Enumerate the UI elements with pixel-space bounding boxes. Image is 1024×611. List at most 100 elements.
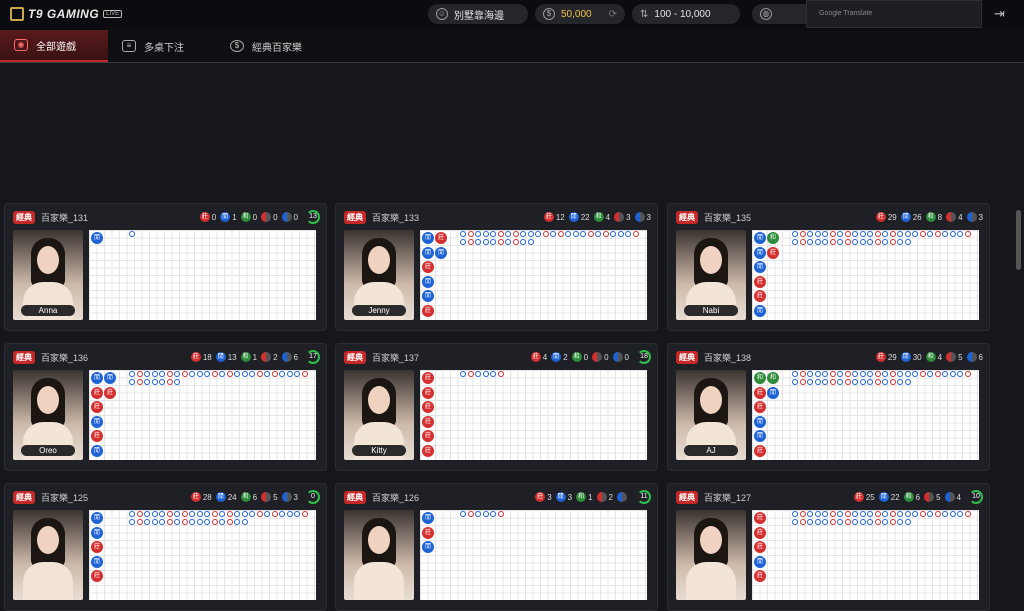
tie-icon: 和 [240,352,251,362]
road-mark [807,238,813,245]
road-mark [256,511,263,517]
table-name: 百家樂_125 [41,492,89,503]
table-card[interactable]: 經典 百家樂_131 莊0 閒1 和0 0 0 13 Anna 閒 [4,203,327,331]
road-mark [897,511,903,517]
road-mark [792,238,798,245]
player-count: 閒3 [555,492,572,502]
tie-count-value: 0 [583,352,589,362]
bead-result: 莊 [754,401,766,413]
gamepad-icon: ◉ [14,39,28,51]
countdown-timer: 18 [637,350,651,364]
road-mark [867,511,873,517]
table-card[interactable]: 經典 百家樂_136 莊 18 閒 13 和1 2 6 17 Oreo 閒莊莊閒莊閒… [4,343,327,471]
road-mark [792,518,798,525]
card-header: 經典 百家樂_137 莊4 閒2 和0 0 0 18 [344,350,651,364]
road-mark [151,378,158,385]
bet-range-pill[interactable]: ⇅ 100 - 10,000 [632,4,740,24]
tab-all-games[interactable]: ◉ 全部遊戲 [0,30,108,62]
dealer-photo: Anna [13,230,83,320]
user-pill[interactable]: ☺ 別墅靠海邊 [428,4,528,24]
card-header: 經典 百家樂_131 莊0 閒1 和0 0 0 13 [13,210,320,224]
road-mark [829,238,836,245]
bead-result: 莊 [422,526,434,539]
baccarat-icon: $ [230,40,244,52]
table-card[interactable]: 經典 百家樂_127 莊 25 閒 22 和6 5 4 10 莊莊莊閒莊 [667,483,990,611]
banker-count: 莊 25 [853,492,875,502]
road-mark [912,371,918,377]
banker-pair-count: 0 [261,212,278,222]
road-mark [234,371,240,377]
road-mark [286,511,293,517]
tab-classic-baccarat[interactable]: $ 經典百家樂 [230,30,302,62]
road-mark [151,511,158,517]
card-header: 經典 百家樂_125 莊 28 閒 24 和6 5 3 0 [13,490,320,504]
language-pill[interactable]: ◍ [752,4,808,24]
banker-icon: 莊 [875,212,886,222]
bead-result: 莊 [104,386,116,399]
road-mark [927,371,933,377]
bead-result: 莊 [422,444,434,457]
road-mark [867,231,873,237]
roadmap: 閒 [89,230,316,320]
road-mark [301,371,308,377]
tab-label: 經典百家樂 [252,42,302,54]
road-mark [859,231,866,237]
road-mark [129,231,135,237]
google-translate-box[interactable]: Google Translate [806,0,982,28]
road-mark [159,371,165,377]
road-mark [822,518,828,525]
refresh-icon[interactable]: ⟳ [609,9,617,20]
bead-result: 莊 [91,541,103,553]
top-bar: T9 GAMING LIVE ☺ 別墅靠海邊 $ 50,000 ⟳ ⇅ 100 … [0,0,1024,30]
road-mark [565,231,571,237]
player-pair-count: 6 [281,352,298,362]
tab-multi-table[interactable]: ≡ 多桌下注 [122,30,184,62]
player-pair-value: 6 [293,352,298,362]
scrollbar[interactable] [1016,210,1021,270]
road-mark [490,371,496,377]
road-mark [799,378,806,385]
logout-icon[interactable]: ⇥ [994,6,1010,22]
table-card[interactable]: 經典 百家樂_126 莊3 閒3 和1 2 11 閒莊閒 [335,483,658,611]
road-mark [844,371,851,377]
table-card[interactable]: 經典 百家樂_135 莊 29 閒 26 和8 4 3 Nabi 閒閒閒莊莊閒和莊 [667,203,990,331]
road-mark [889,371,896,377]
road-mark [807,371,813,377]
roadmap: 閒莊閒 [420,510,647,600]
road-mark [181,518,188,525]
road-mark [527,238,534,245]
banker-icon: 莊 [190,492,201,502]
balance-pill[interactable]: $ 50,000 ⟳ [535,4,625,24]
table-card[interactable]: 經典 百家樂_138 莊 29 閒 30 和4 5 6 AJ 和莊莊閒閒莊和閒 [667,343,990,471]
road-mark [882,371,888,377]
banker-count: 莊 29 [875,212,897,222]
table-card[interactable]: 經典 百家樂_137 莊4 閒2 和0 0 0 18 Kitty 莊莊莊莊莊莊 [335,343,658,471]
player-pair-value: 0 [293,212,298,222]
road-mark [934,231,941,237]
bead-result: 莊 [435,232,447,244]
player-count: 閒1 [220,212,237,222]
player-icon: 閒 [551,352,562,362]
table-stats: 莊 29 閒 30 和4 5 6 [875,352,983,362]
player-pair-count: 3 [634,212,651,222]
banker-icon: 莊 [530,352,541,362]
road-mark [807,511,813,517]
road-mark [136,518,143,525]
card-header: 經典 百家樂_133 莊 12 閒 22 和4 3 3 [344,210,651,224]
banker-count-value: 29 [887,212,897,222]
road-mark [949,371,956,377]
road-mark [964,231,971,237]
tie-count-value: 4 [605,212,611,222]
road-mark [799,231,806,237]
table-card[interactable]: 經典 百家樂_133 莊 12 閒 22 和4 3 3 Jenny 閒閒莊閒閒莊莊閒 [335,203,658,331]
roadmap: 和莊莊閒閒莊和閒 [752,370,979,460]
road-mark [211,511,218,517]
road-mark [814,511,821,517]
road-mark [475,238,481,245]
banker-pair-icon [924,492,935,502]
road-mark [792,378,798,385]
road-mark [151,518,158,525]
table-card[interactable]: 經典 百家樂_125 莊 28 閒 24 和6 5 3 0 閒閒莊閒莊 [4,483,327,611]
classic-tag: 經典 [344,490,366,504]
banker-count: 莊4 [530,352,547,362]
